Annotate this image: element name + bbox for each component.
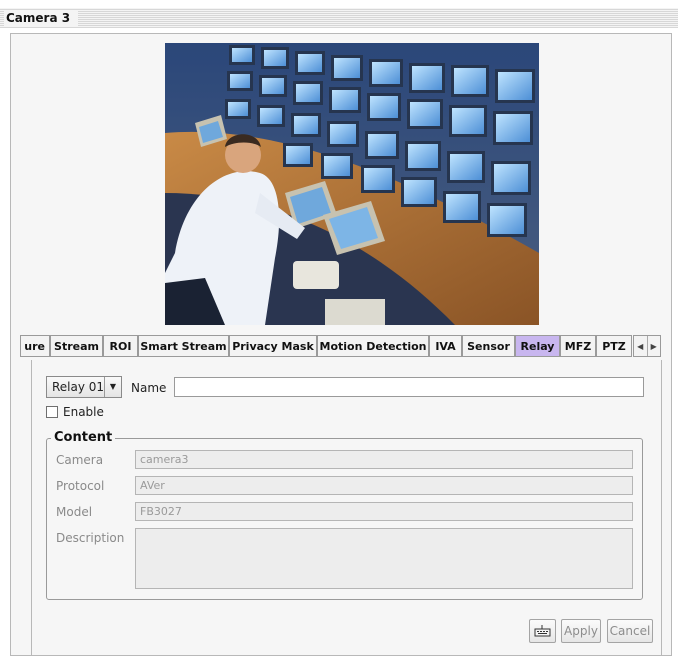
name-label: Name [131,381,167,395]
tab-ptz[interactable]: PTZ [596,335,632,357]
settings-tabstrip: ure Stream ROI Smart Stream Privacy Mask… [20,335,662,359]
tab-scroll-right-icon[interactable]: ▶ [646,336,661,356]
camera-label: Camera [56,453,104,467]
tab-roi[interactable]: ROI [103,335,138,357]
tab-smart-stream[interactable]: Smart Stream [138,335,229,357]
chevron-down-icon[interactable]: ▼ [104,377,121,397]
model-label: Model [56,505,93,519]
camera-field: camera3 [135,450,633,469]
tab-feature[interactable]: ure [20,335,50,357]
relay-name-input[interactable] [174,377,644,397]
tab-motion-detection[interactable]: Motion Detection [317,335,429,357]
tab-sensor[interactable]: Sensor [462,335,515,357]
relay-select[interactable]: Relay 01 ▼ [46,376,122,398]
tab-iva[interactable]: IVA [429,335,462,357]
apply-button[interactable]: Apply [561,619,601,643]
model-field: FB3027 [135,502,633,521]
tab-privacy-mask[interactable]: Privacy Mask [229,335,317,357]
protocol-field: AVer [135,476,633,495]
enable-checkbox[interactable] [46,406,58,418]
description-field [135,528,633,589]
tab-scroll-left-icon[interactable]: ◀ [634,336,647,356]
relay-select-value: Relay 01 [52,380,105,394]
description-label: Description [56,531,125,545]
keyboard-button[interactable] [529,619,556,643]
window-title-bar: Camera 3 [0,8,678,28]
content-legend: Content [51,430,116,446]
tab-relay[interactable]: Relay [515,335,560,357]
keyboard-icon [534,625,551,637]
camera-preview-image [165,43,539,325]
tab-stream[interactable]: Stream [50,335,103,357]
tab-scroll-arrows: ◀ ▶ [633,335,661,357]
tab-mfz[interactable]: MFZ [560,335,596,357]
surveillance-room-picture [165,43,539,325]
window-title: Camera 3 [4,10,79,26]
cancel-button[interactable]: Cancel [607,619,653,643]
enable-label: Enable [63,405,104,419]
protocol-label: Protocol [56,479,105,493]
